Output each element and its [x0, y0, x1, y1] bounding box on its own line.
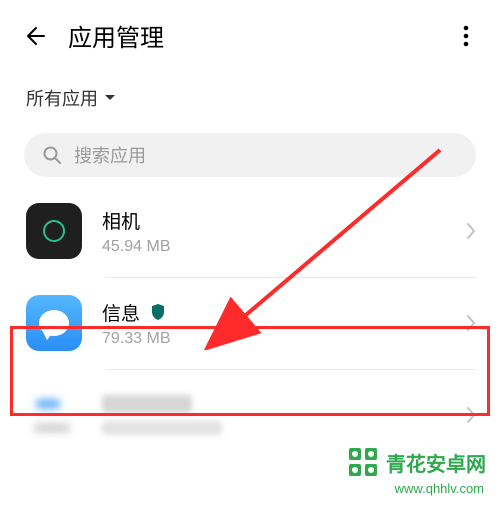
filter-label: 所有应用 — [26, 85, 98, 111]
chevron-right-icon — [466, 314, 476, 332]
filter-dropdown[interactable]: 所有应用 — [0, 71, 500, 133]
search-placeholder: 搜索应用 — [74, 142, 146, 168]
app-name: 相机 — [102, 207, 140, 234]
kebab-icon — [463, 25, 469, 47]
blurred-app-text — [102, 395, 446, 435]
page-title: 应用管理 — [68, 18, 164, 53]
app-name: 信息 — [102, 299, 140, 326]
caret-down-icon — [104, 89, 116, 107]
chevron-right-icon — [466, 406, 476, 424]
list-item[interactable]: 相机 45.94 MB — [0, 185, 500, 277]
watermark: 青花安卓网 www.qhhlv.com — [346, 445, 486, 496]
app-size: 45.94 MB — [102, 238, 446, 256]
back-button[interactable] — [20, 22, 48, 50]
chevron-right-icon — [466, 222, 476, 240]
search-input[interactable]: 搜索应用 — [24, 133, 476, 177]
search-icon — [42, 145, 62, 165]
list-item[interactable]: 信息 79.33 MB — [0, 277, 500, 369]
arrow-left-icon — [22, 24, 46, 48]
watermark-title: 青花安卓网 — [386, 448, 486, 477]
blurred-app-icon — [26, 387, 82, 443]
shield-icon — [150, 303, 166, 321]
app-size: 79.33 MB — [102, 330, 446, 348]
more-menu-button[interactable] — [452, 22, 480, 50]
watermark-logo-icon — [346, 445, 380, 479]
watermark-url: www.qhhlv.com — [395, 481, 486, 496]
messages-app-icon — [26, 295, 82, 351]
camera-app-icon — [26, 203, 82, 259]
app-list: 相机 45.94 MB 信息 79.33 MB — [0, 185, 500, 461]
